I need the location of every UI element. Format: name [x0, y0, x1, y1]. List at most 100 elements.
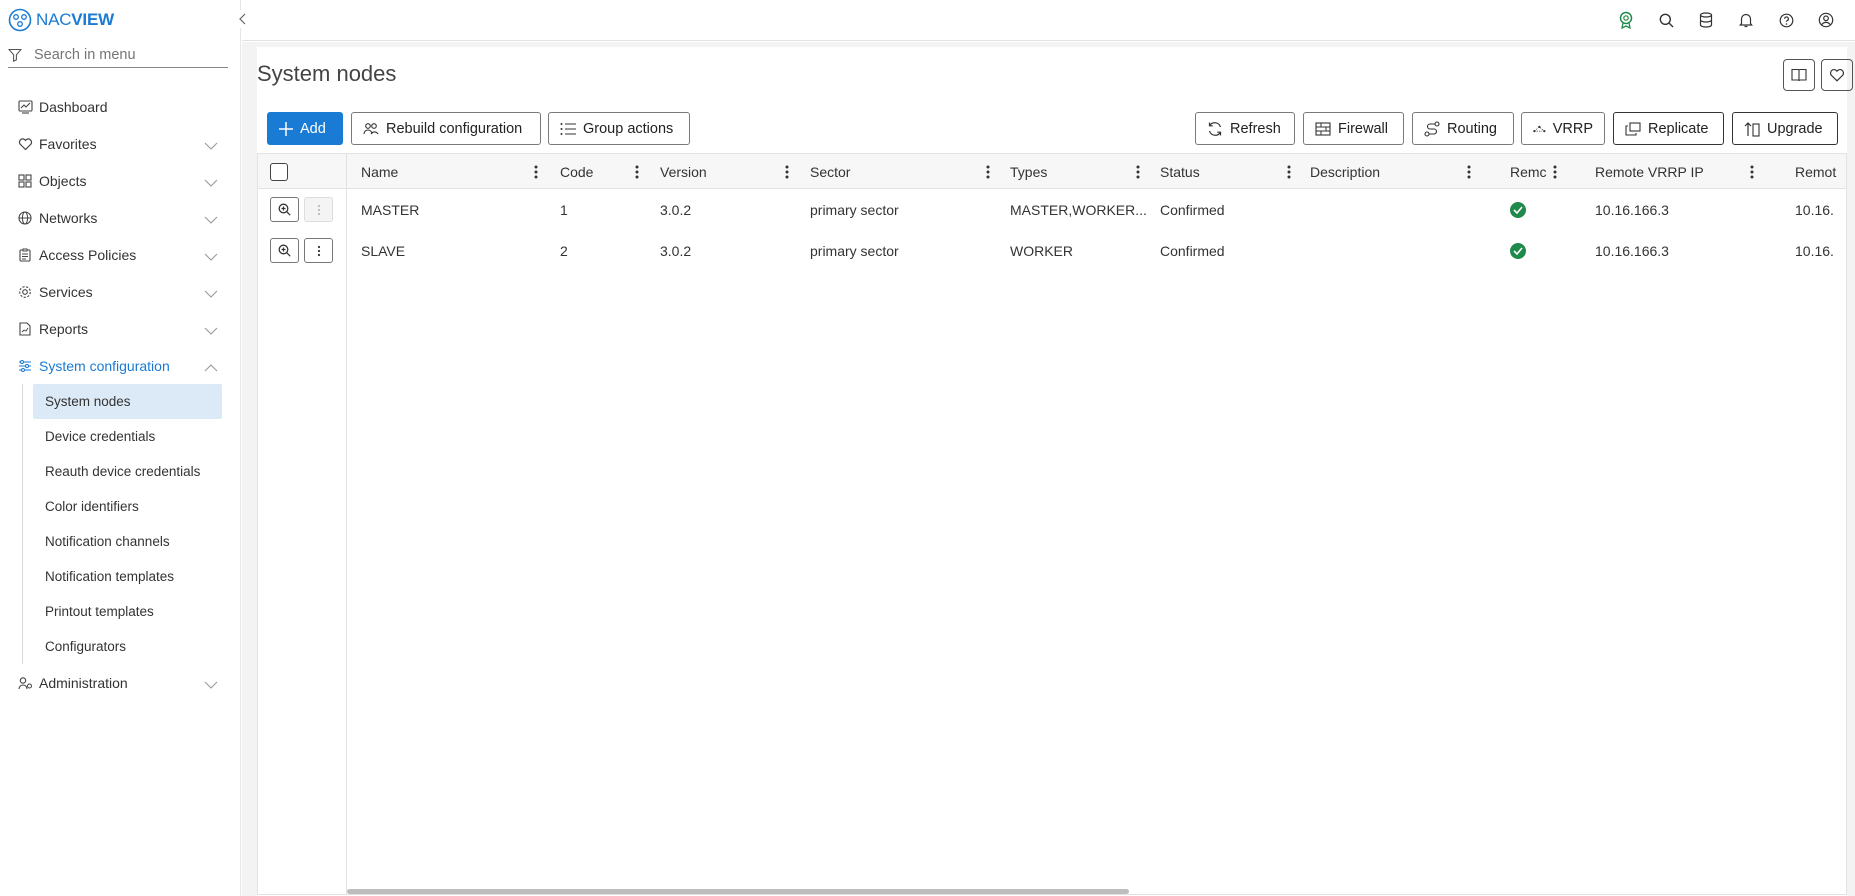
column-menu-icon[interactable]	[983, 164, 993, 180]
upgrade-button[interactable]: Upgrade	[1732, 112, 1838, 145]
firewall-button[interactable]: Firewall	[1303, 112, 1404, 145]
column-header-status[interactable]: Status	[1160, 154, 1294, 189]
title-actions	[1783, 59, 1853, 91]
column-menu-icon[interactable]	[1133, 164, 1143, 180]
routing-label: Routing	[1447, 120, 1497, 137]
group-actions-button[interactable]: Group actions	[548, 112, 690, 145]
row-menu-button[interactable]	[304, 238, 333, 263]
logo[interactable]: NACVIEW	[8, 8, 114, 32]
dashboard-icon	[17, 99, 33, 115]
view-details-button[interactable]	[270, 197, 299, 222]
column-header-remote-extra[interactable]: Remot	[1795, 154, 1845, 189]
column-header-name[interactable]: Name	[361, 154, 541, 189]
sidebar-item-objects[interactable]: Objects	[0, 162, 228, 199]
cell-remote-extra: 10.16.	[1795, 242, 1834, 259]
row-menu-button[interactable]	[304, 197, 333, 222]
vrrp-icon	[1533, 125, 1546, 132]
sidebar-item-dashboard[interactable]: Dashboard	[0, 88, 228, 125]
sidebar-subitem-system-nodes[interactable]: System nodes	[33, 384, 222, 419]
sidebar-item-services[interactable]: Services	[0, 273, 228, 310]
vrrp-button[interactable]: VRRP	[1521, 112, 1605, 145]
sidebar-subitem-notification-channels[interactable]: Notification channels	[33, 524, 222, 559]
menu-search-input[interactable]	[32, 45, 212, 64]
gear-icon	[17, 284, 33, 300]
chevron-down-icon	[204, 676, 218, 692]
sidebar-subitem-printout-templates[interactable]: Printout templates	[33, 594, 222, 629]
sidebar-item-reports[interactable]: Reports	[0, 310, 228, 347]
rebuild-configuration-button[interactable]: Rebuild configuration	[351, 112, 541, 145]
table-row[interactable]: SLAVE 2 3.0.2 primary sector WORKER Conf…	[258, 230, 1846, 271]
topbar-icons	[1615, 9, 1837, 31]
bell-icon[interactable]	[1735, 9, 1757, 31]
cell-name: SLAVE	[361, 242, 406, 259]
topbar	[242, 0, 1855, 41]
search-icon[interactable]	[1655, 9, 1677, 31]
column-header-remote[interactable]: Remc	[1510, 154, 1560, 189]
more-vertical-icon	[317, 245, 320, 256]
add-to-favorites-button[interactable]	[1821, 59, 1853, 91]
logo-icon	[8, 8, 32, 32]
cell-sector: primary sector	[810, 242, 899, 259]
column-menu-icon[interactable]	[531, 164, 541, 180]
column-label: Remc	[1510, 163, 1547, 180]
column-header-sector[interactable]: Sector	[810, 154, 993, 189]
routing-button[interactable]: Routing	[1412, 112, 1514, 145]
sidebar-subitem-configurators[interactable]: Configurators	[33, 629, 222, 664]
sidebar-item-system-configuration[interactable]: System configuration	[0, 347, 228, 384]
horizontal-scrollbar[interactable]	[347, 889, 1129, 894]
table-row[interactable]: MASTER 1 3.0.2 primary sector MASTER,WOR…	[258, 189, 1846, 230]
zoom-in-icon	[278, 244, 291, 257]
vrrp-label: VRRP	[1552, 120, 1593, 137]
plus-icon	[279, 121, 293, 136]
toolbar: Add Rebuild configuration Group actions …	[267, 112, 1849, 145]
column-header-code[interactable]: Code	[560, 154, 642, 189]
column-header-description[interactable]: Description	[1310, 154, 1474, 189]
documentation-button[interactable]	[1783, 59, 1815, 91]
sidebar-item-administration[interactable]: Administration	[0, 664, 228, 701]
sidebar-subitem-color-identifiers[interactable]: Color identifiers	[33, 489, 222, 524]
replicate-icon	[1625, 121, 1641, 136]
collapse-sidebar-button[interactable]	[234, 10, 252, 28]
column-menu-icon[interactable]	[1464, 164, 1474, 180]
column-header-version[interactable]: Version	[660, 154, 792, 189]
column-label: Name	[361, 163, 399, 180]
check-circle-icon	[1510, 242, 1526, 259]
column-label: Types	[1010, 163, 1048, 180]
sidebar-subitem-notification-templates[interactable]: Notification templates	[33, 559, 222, 594]
sidebar-item-label: Access Policies	[39, 246, 137, 263]
license-badge-icon[interactable]	[1615, 9, 1637, 31]
sidebar-item-label: Services	[39, 283, 93, 300]
refresh-icon	[1208, 121, 1222, 136]
clipboard-icon	[17, 247, 33, 263]
refresh-button[interactable]: Refresh	[1195, 112, 1295, 145]
page-title: System nodes	[257, 61, 397, 86]
replicate-button[interactable]: Replicate	[1613, 112, 1724, 145]
column-menu-icon[interactable]	[1747, 164, 1757, 180]
column-menu-icon[interactable]	[632, 164, 642, 180]
column-header-types[interactable]: Types	[1010, 154, 1143, 189]
help-icon[interactable]	[1775, 9, 1797, 31]
system-configuration-submenu: System nodes Device credentials Reauth d…	[0, 384, 228, 664]
column-label: Description	[1310, 163, 1381, 180]
view-details-button[interactable]	[270, 238, 299, 263]
sidebar-item-networks[interactable]: Networks	[0, 199, 228, 236]
sidebar-subitem-device-credentials[interactable]: Device credentials	[33, 419, 222, 454]
database-icon[interactable]	[1695, 9, 1717, 31]
sidebar-item-label: Reports	[39, 320, 89, 337]
add-button[interactable]: Add	[267, 112, 343, 145]
logo-text: NACVIEW	[36, 10, 114, 30]
sidebar-item-access-policies[interactable]: Access Policies	[0, 236, 228, 273]
user-account-icon[interactable]	[1815, 9, 1837, 31]
column-header-remote-vrrp-ip[interactable]: Remote VRRP IP	[1595, 154, 1757, 189]
sidebar-item-label: Objects	[39, 172, 87, 189]
globe-icon	[17, 210, 33, 226]
column-menu-icon[interactable]	[782, 164, 792, 180]
group-actions-label: Group actions	[583, 120, 674, 137]
zoom-in-icon	[278, 203, 291, 216]
column-menu-icon[interactable]	[1550, 164, 1560, 180]
sidebar-item-favorites[interactable]: Favorites	[0, 125, 228, 162]
sidebar-subitem-reauth-device-credentials[interactable]: Reauth device credentials	[33, 454, 222, 489]
column-menu-icon[interactable]	[1284, 164, 1294, 180]
cell-sector: primary sector	[810, 201, 899, 218]
chevron-left-icon	[239, 13, 246, 25]
